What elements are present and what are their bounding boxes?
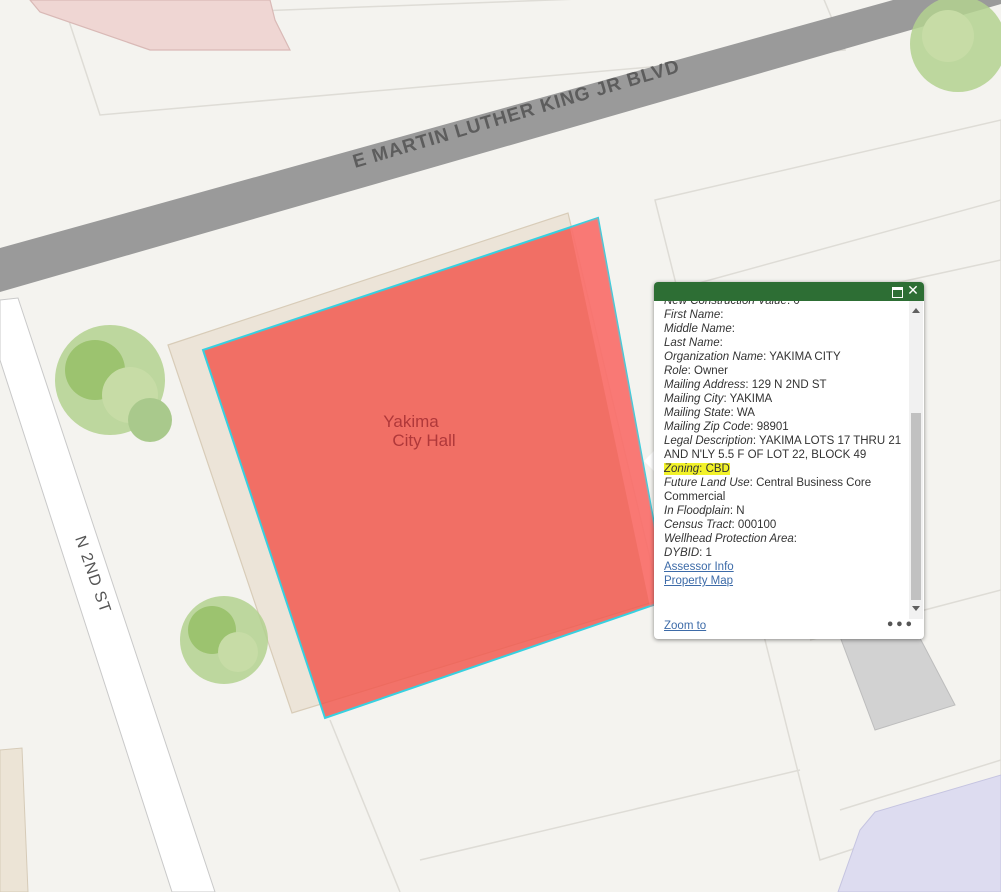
attribute-value: 98901 xyxy=(756,421,789,433)
popup-header: ✕ xyxy=(654,282,924,301)
purple-parcel xyxy=(837,774,1001,892)
attribute-list: New Construction Value: 0 First Name: Mid… xyxy=(664,301,908,588)
popup-content[interactable]: New Construction Value: 0 First Name: Mid… xyxy=(664,301,908,613)
attribute-value: WA xyxy=(736,407,755,419)
scroll-down-icon[interactable] xyxy=(912,606,920,611)
attribute-row: Organization Name: YAKIMA CITY xyxy=(664,351,841,363)
attribute-value: CBD xyxy=(705,463,730,475)
attribute-row: First Name: xyxy=(664,309,724,321)
tree-icon xyxy=(910,0,1001,92)
tree-icon xyxy=(55,325,172,442)
attribute-label: Role xyxy=(664,365,688,377)
attribute-row: Zoning: CBD xyxy=(664,462,908,476)
attribute-row: Middle Name: xyxy=(664,323,735,335)
attribute-label: Zoning xyxy=(664,463,700,475)
attribute-label: Legal Description xyxy=(664,435,753,447)
attribute-label: Mailing City xyxy=(664,393,724,405)
building-footprint xyxy=(29,0,291,51)
attribute-row: Legal Description: YAKIMA LOTS 17 THRU 2… xyxy=(664,435,902,461)
attribute-row: Mailing State: WA xyxy=(664,407,755,419)
attribute-label: Middle Name xyxy=(664,323,732,335)
attribute-row: Role: Owner xyxy=(664,365,728,377)
attribute-row: In Floodplain: N xyxy=(664,505,745,517)
attribute-value: 000100 xyxy=(737,519,777,531)
building-label-line1: Yakima xyxy=(383,412,439,431)
more-options-icon[interactable]: ••• xyxy=(886,618,914,633)
building-label-line2: City Hall xyxy=(392,431,455,450)
attribute-value: Owner xyxy=(694,365,728,377)
property-map-link[interactable]: Property Map xyxy=(664,574,908,588)
attribute-row: Wellhead Protection Area: xyxy=(664,533,797,545)
attribute-label: Organization Name xyxy=(664,351,764,363)
left-edge-building xyxy=(0,747,29,892)
scrollbar-thumb[interactable] xyxy=(911,413,921,600)
attribute-value: 129 N 2ND ST xyxy=(751,379,827,391)
attribute-row: Last Name: xyxy=(664,337,723,349)
attribute-label: Mailing Address xyxy=(664,379,746,391)
attribute-value: YAKIMA xyxy=(729,393,773,405)
tree-icon xyxy=(180,596,268,684)
attribute-label: Mailing State xyxy=(664,407,731,419)
attribute-label: First Name xyxy=(664,309,721,321)
attribute-label: Last Name xyxy=(664,337,720,349)
scroll-up-icon[interactable] xyxy=(912,308,920,313)
attribute-value: 0 xyxy=(793,301,800,307)
attribute-row: Mailing City: YAKIMA xyxy=(664,393,773,405)
scrollbar[interactable] xyxy=(909,301,923,619)
attribute-label: Wellhead Protection Area xyxy=(664,533,794,545)
attribute-value: N xyxy=(736,505,745,517)
attribute-label: Mailing Zip Code xyxy=(664,421,751,433)
mlk-street-label: E MARTIN LUTHER KING JR BLVD xyxy=(350,56,682,173)
attribute-row: Mailing Zip Code: 98901 xyxy=(664,421,789,433)
attribute-row: Census Tract: 000100 xyxy=(664,519,777,531)
zoom-to-link[interactable]: Zoom to xyxy=(664,620,706,632)
attribute-row: New Construction Value: 0 xyxy=(664,301,908,308)
attribute-value: YAKIMA CITY xyxy=(769,351,841,363)
assessor-info-link[interactable]: Assessor Info xyxy=(664,560,908,574)
attribute-label: Future Land Use xyxy=(664,477,750,489)
maximize-icon[interactable] xyxy=(890,284,904,298)
info-popup: ✕ New Construction Value: 0 First Name: M… xyxy=(654,282,924,639)
zoning-highlight: Zoning: CBD xyxy=(664,463,730,475)
attribute-row: Mailing Address: 129 N 2ND ST xyxy=(664,379,827,391)
attribute-label: In Floodplain xyxy=(664,505,730,517)
attribute-row: Future Land Use: Central Business Core C… xyxy=(664,477,872,503)
close-icon[interactable]: ✕ xyxy=(906,284,920,298)
attribute-label: Census Tract xyxy=(664,519,732,531)
attribute-label: DYBID xyxy=(664,547,700,559)
attribute-row: DYBID: 1 xyxy=(664,547,712,559)
attribute-label: New Construction Value xyxy=(664,301,787,307)
attribute-value: 1 xyxy=(705,547,712,559)
